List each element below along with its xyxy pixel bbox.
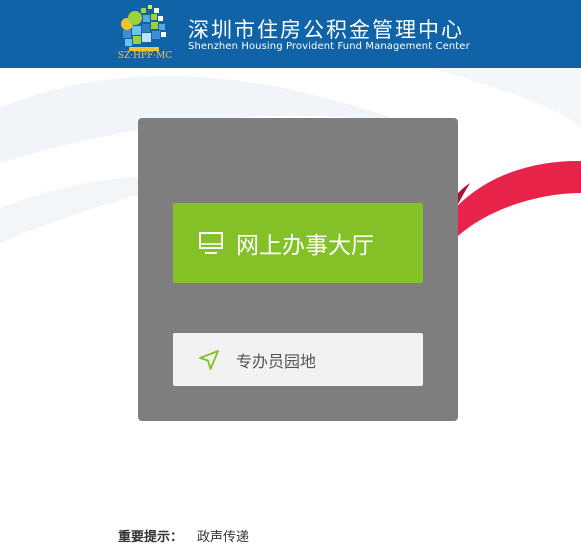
site-title-en: Shenzhen Housing Provident Fund Manageme… — [188, 41, 470, 52]
agent-area-label: 专办员园地 — [236, 351, 317, 371]
notice-link[interactable]: 政声传递 — [197, 526, 249, 545]
navigation-arrow-icon — [199, 349, 219, 370]
online-hall-button[interactable]: 网上办事大厅 — [173, 203, 423, 283]
notice-label: 重要提示： — [118, 530, 184, 545]
logo-caption: SZ·HPF·MC — [117, 51, 173, 61]
site-title-cn: 深圳市住房公积金管理中心 — [188, 18, 464, 42]
online-hall-label: 网上办事大厅 — [236, 233, 374, 259]
important-notice: 重要提示： 政声传递 — [118, 526, 249, 545]
monitor-icon — [199, 232, 223, 254]
site-header: SZ·HPF·MC 深圳市住房公积金管理中心 Shenzhen Housing … — [0, 0, 581, 68]
agent-area-button[interactable]: 专办员园地 — [173, 333, 423, 386]
